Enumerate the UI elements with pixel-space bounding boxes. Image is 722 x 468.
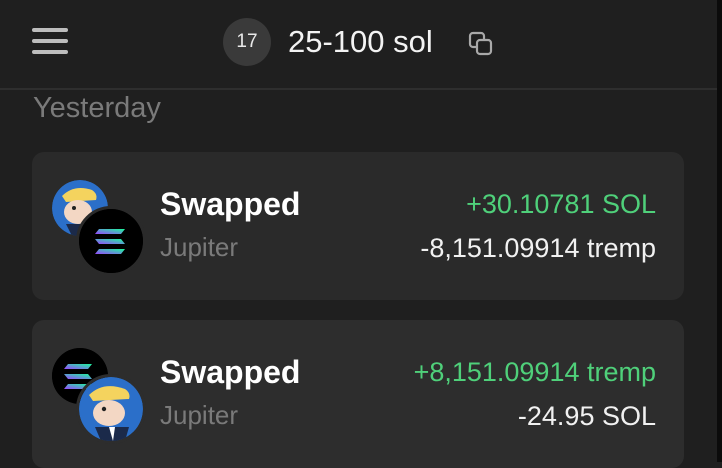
menu-icon[interactable] <box>32 26 68 58</box>
transaction-card[interactable]: Swapped Jupiter +8,151.09914 tremp -24.9… <box>32 320 684 468</box>
solana-token-icon <box>76 206 146 276</box>
transaction-card[interactable]: Swapped Jupiter +30.10781 SOL -8,151.099… <box>32 152 684 300</box>
transaction-title: Swapped <box>160 354 301 390</box>
transaction-source: Jupiter <box>160 400 239 430</box>
date-section-label: Yesterday <box>33 92 161 124</box>
copy-icon[interactable] <box>468 31 494 57</box>
wallet-name[interactable]: 25-100 sol <box>288 22 433 62</box>
token-pair-avatar <box>52 348 146 444</box>
token-pair-avatar <box>52 180 146 276</box>
transaction-source: Jupiter <box>160 232 239 262</box>
amount-received: +30.10781 SOL <box>466 189 656 219</box>
transaction-title: Swapped <box>160 186 301 222</box>
tremp-token-icon <box>76 374 146 444</box>
app-header: 17 25-100 sol <box>0 0 717 88</box>
amount-sent: -8,151.09914 tremp <box>420 233 656 263</box>
amount-sent: -24.95 SOL <box>517 401 656 431</box>
amount-received: +8,151.09914 tremp <box>413 357 656 387</box>
wallet-number-badge[interactable]: 17 <box>223 18 271 66</box>
window-edge <box>717 0 722 462</box>
